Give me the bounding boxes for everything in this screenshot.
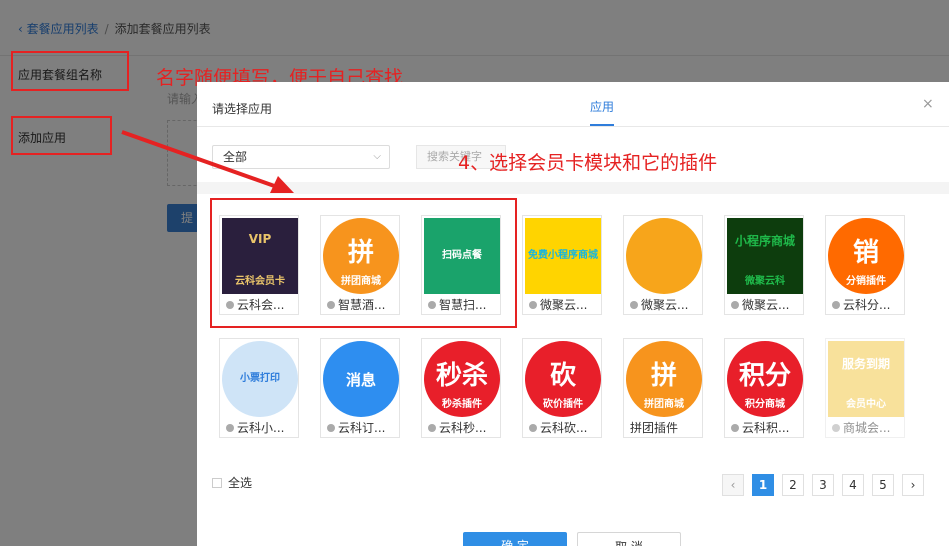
app-thumbnail-text: 消息: [345, 371, 376, 389]
app-type-icon: [226, 424, 234, 432]
next-page-button[interactable]: ›: [902, 474, 924, 496]
app-card[interactable]: 小程序商城微聚云科微聚云...: [724, 215, 804, 315]
filter-strip: [197, 182, 949, 194]
cancel-button[interactable]: 取 消: [577, 532, 681, 546]
app-type-icon: [731, 424, 739, 432]
app-thumbnail-text: 小程序商城: [734, 234, 795, 248]
annotation-box-add: [11, 116, 112, 155]
app-thumbnail-text: 砍: [549, 361, 576, 391]
app-thumbnail: 销分销插件: [828, 218, 904, 294]
app-type-icon: [731, 301, 739, 309]
app-thumbnail: 免费小程序商城: [525, 218, 601, 294]
app-thumbnail: [626, 218, 702, 294]
page-button[interactable]: 2: [782, 474, 804, 496]
app-caption: 商城会...: [826, 419, 904, 437]
app-type-icon: [832, 301, 840, 309]
app-thumbnail: 服务到期 会员中心: [828, 341, 904, 417]
app-caption-label: 微聚云...: [641, 298, 689, 312]
app-thumbnail-text: 积分商城: [745, 399, 785, 410]
app-caption: 云科砍...: [523, 419, 601, 437]
app-caption: 云科积...: [725, 419, 803, 437]
app-caption: 云科订...: [321, 419, 399, 437]
app-caption-label: 云科订...: [338, 421, 386, 435]
app-card[interactable]: 拼拼团商城拼团插件: [623, 338, 703, 438]
app-thumbnail: 砍砍价插件: [525, 341, 601, 417]
app-caption-label: 微聚云...: [742, 298, 790, 312]
chevron-down-icon: ⌵: [373, 151, 381, 162]
app-thumbnail-text: 小票打印: [240, 373, 280, 384]
app-thumbnail-text: 砍价插件: [543, 399, 583, 410]
app-caption-label: 云科砍...: [540, 421, 588, 435]
app-caption-label: 云科小...: [237, 421, 285, 435]
app-thumbnail-text: 服务到期: [841, 357, 890, 371]
app-thumbnail: 小程序商城 微聚云科: [727, 218, 803, 294]
app-caption: 拼团插件: [624, 419, 702, 437]
modal-divider: [197, 126, 949, 127]
app-card[interactable]: 小票打印云科小...: [219, 338, 299, 438]
app-thumbnail: 小票打印: [222, 341, 298, 417]
app-type-icon: [428, 424, 436, 432]
app-type-icon: [529, 424, 537, 432]
app-thumbnail-text: 免费小程序商城: [528, 250, 598, 261]
app-caption: 云科小...: [220, 419, 298, 437]
app-thumbnail-text: 会员中心: [846, 399, 886, 410]
annotation-box-selected: [210, 198, 517, 328]
app-card[interactable]: 微聚云...: [623, 215, 703, 315]
app-thumbnail: 拼拼团商城: [626, 341, 702, 417]
page-button[interactable]: 4: [842, 474, 864, 496]
app-thumbnail: 秒杀 秒杀插件: [424, 341, 500, 417]
app-caption-label: 商城会...: [843, 421, 891, 435]
app-caption: 云科分...: [826, 296, 904, 314]
app-caption: 微聚云...: [624, 296, 702, 314]
app-type-icon: [529, 301, 537, 309]
page-button[interactable]: 5: [872, 474, 894, 496]
page-button[interactable]: 3: [812, 474, 834, 496]
app-card[interactable]: 积分积分商城云科积...: [724, 338, 804, 438]
app-card[interactable]: 砍砍价插件云科砍...: [522, 338, 602, 438]
app-type-icon: [630, 301, 638, 309]
app-thumbnail: 消息: [323, 341, 399, 417]
app-thumbnail-text: 秒杀: [435, 361, 488, 391]
app-thumbnail-text: 积分: [738, 361, 791, 391]
app-caption-label: 微聚云...: [540, 298, 588, 312]
app-card[interactable]: 服务到期会员中心商城会...: [825, 338, 905, 438]
app-thumbnail: 积分 积分商城: [727, 341, 803, 417]
modal-title: 请选择应用: [212, 102, 273, 116]
app-thumbnail-text: 拼团商城: [644, 399, 684, 410]
app-caption: 微聚云...: [523, 296, 601, 314]
tab-apps[interactable]: 应用: [590, 98, 615, 126]
app-caption-label: 云科秒...: [439, 421, 487, 435]
close-icon[interactable]: ×: [922, 96, 934, 112]
app-thumbnail-text: 秒杀插件: [442, 399, 482, 410]
app-thumbnail-text: 销: [852, 238, 879, 268]
annotation-step-note: 4、选择会员卡模块和它的插件: [458, 152, 718, 174]
category-select[interactable]: 全部 ⌵: [212, 145, 390, 169]
category-select-value: 全部: [223, 150, 248, 164]
annotation-box-name: [11, 51, 129, 91]
app-thumbnail-text: 拼: [650, 361, 677, 391]
page-button[interactable]: 1: [752, 474, 774, 496]
app-caption: 云科秒...: [422, 419, 500, 437]
app-thumbnail-text: 微聚云科: [745, 276, 785, 287]
confirm-button[interactable]: 确 定: [463, 532, 567, 546]
app-card[interactable]: 销分销插件云科分...: [825, 215, 905, 315]
app-card[interactable]: 秒杀秒杀插件云科秒...: [421, 338, 501, 438]
select-all-label: 全选: [228, 476, 253, 490]
select-all[interactable]: 全选: [212, 474, 252, 491]
prev-page-button[interactable]: ‹: [722, 474, 744, 496]
app-caption-label: 云科积...: [742, 421, 790, 435]
app-type-icon: [832, 424, 840, 432]
select-all-checkbox[interactable]: [212, 477, 222, 488]
pagination: ‹ 1 2 3 4 5 ›: [722, 474, 924, 496]
app-thumbnail-text: 分销插件: [846, 276, 886, 287]
app-caption: 微聚云...: [725, 296, 803, 314]
app-type-icon: [327, 424, 335, 432]
app-card[interactable]: 免费小程序商城 微聚云...: [522, 215, 602, 315]
app-caption-label: 拼团插件: [630, 421, 679, 435]
app-caption-label: 云科分...: [843, 298, 891, 312]
app-card[interactable]: 消息云科订...: [320, 338, 400, 438]
